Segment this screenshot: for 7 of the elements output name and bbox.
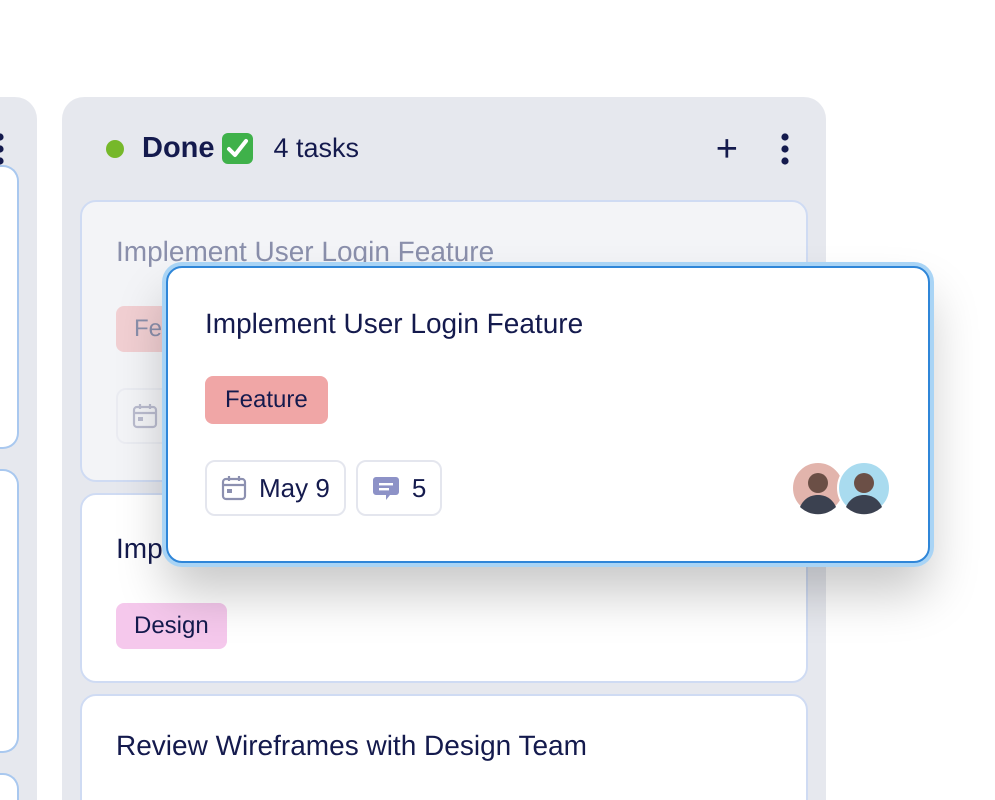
tag-label: Feature: [205, 376, 328, 424]
card-title: Imp: [116, 533, 164, 565]
tag-label: Design: [116, 603, 227, 649]
column-title: Done: [142, 132, 214, 165]
card-title: Implement User Login Feature: [205, 308, 584, 340]
card-title: Review Wireframes with Design Team: [116, 730, 588, 762]
task-count: 4 tasks: [274, 133, 360, 164]
